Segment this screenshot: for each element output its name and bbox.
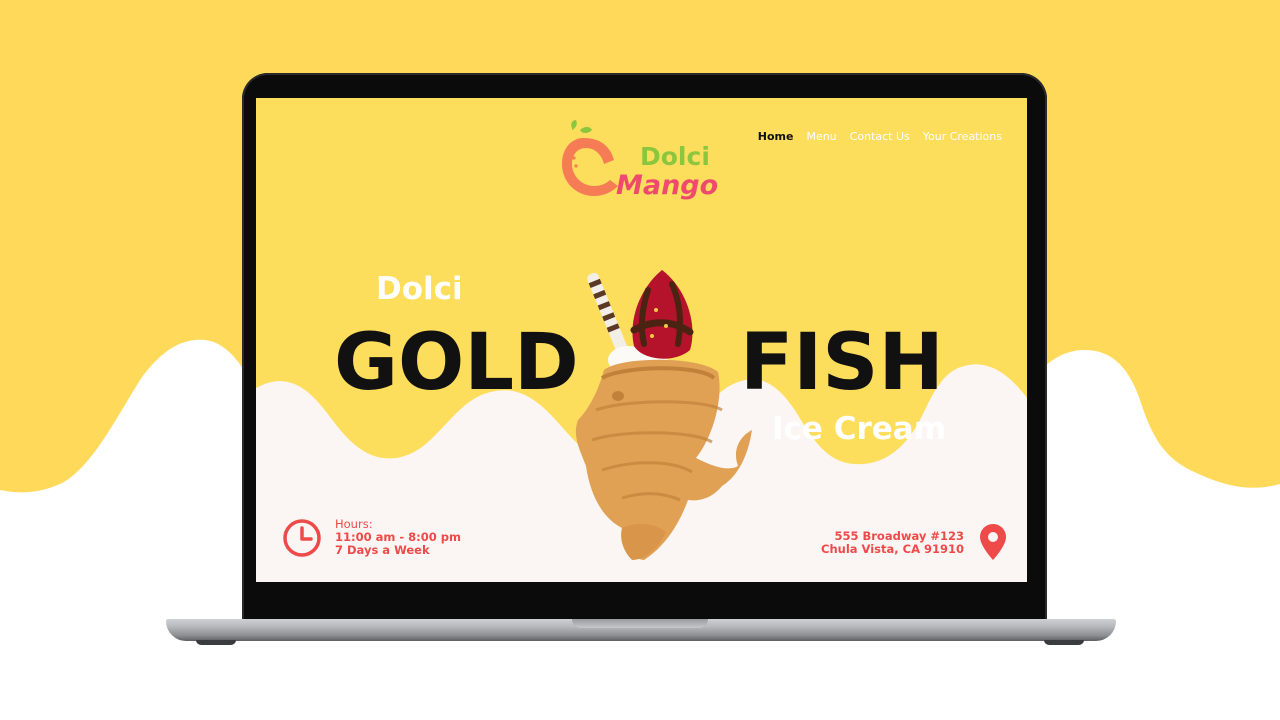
hours-block: Hours: 11:00 am - 8:00 pm 7 Days a Week (282, 518, 482, 562)
hours-days: 7 Days a Week (335, 543, 430, 557)
address-line-2: Chula Vista, CA 91910 (821, 542, 964, 556)
hours-text: Hours: 11:00 am - 8:00 pm 7 Days a Week (335, 518, 461, 557)
address-text: 555 Broadway #123 Chula Vista, CA 91910 (821, 530, 964, 556)
nav-contact-us[interactable]: Contact Us (850, 130, 910, 146)
location-pin-icon[interactable] (980, 524, 1006, 560)
nav-menu[interactable]: Menu (806, 130, 836, 146)
website-screen: Dolci Mango Home Menu Contact Us Your Cr… (256, 98, 1027, 582)
hero-kicker: Dolci (376, 271, 463, 307)
hero-title-right: FISH (740, 318, 944, 408)
nav-your-creations[interactable]: Your Creations (923, 130, 1002, 146)
hero-subtitle: Ice Cream (772, 411, 947, 447)
laptop-foot (1044, 640, 1084, 645)
address-block[interactable]: 555 Broadway #123 Chula Vista, CA 91910 (792, 524, 1006, 564)
logo-word-mango: Mango (616, 170, 719, 201)
laptop-notch (572, 619, 708, 628)
main-nav: Home Menu Contact Us Your Creations (758, 130, 1002, 146)
goldfish-ice-cream-image (575, 270, 752, 560)
hero-title-left: GOLD (334, 318, 579, 408)
logo-word-dolci: Dolci (640, 142, 710, 171)
clock-icon (283, 519, 321, 557)
nav-home[interactable]: Home (758, 130, 794, 146)
brand-logo[interactable]: Dolci Mango (560, 120, 730, 220)
laptop-foot (196, 640, 236, 645)
